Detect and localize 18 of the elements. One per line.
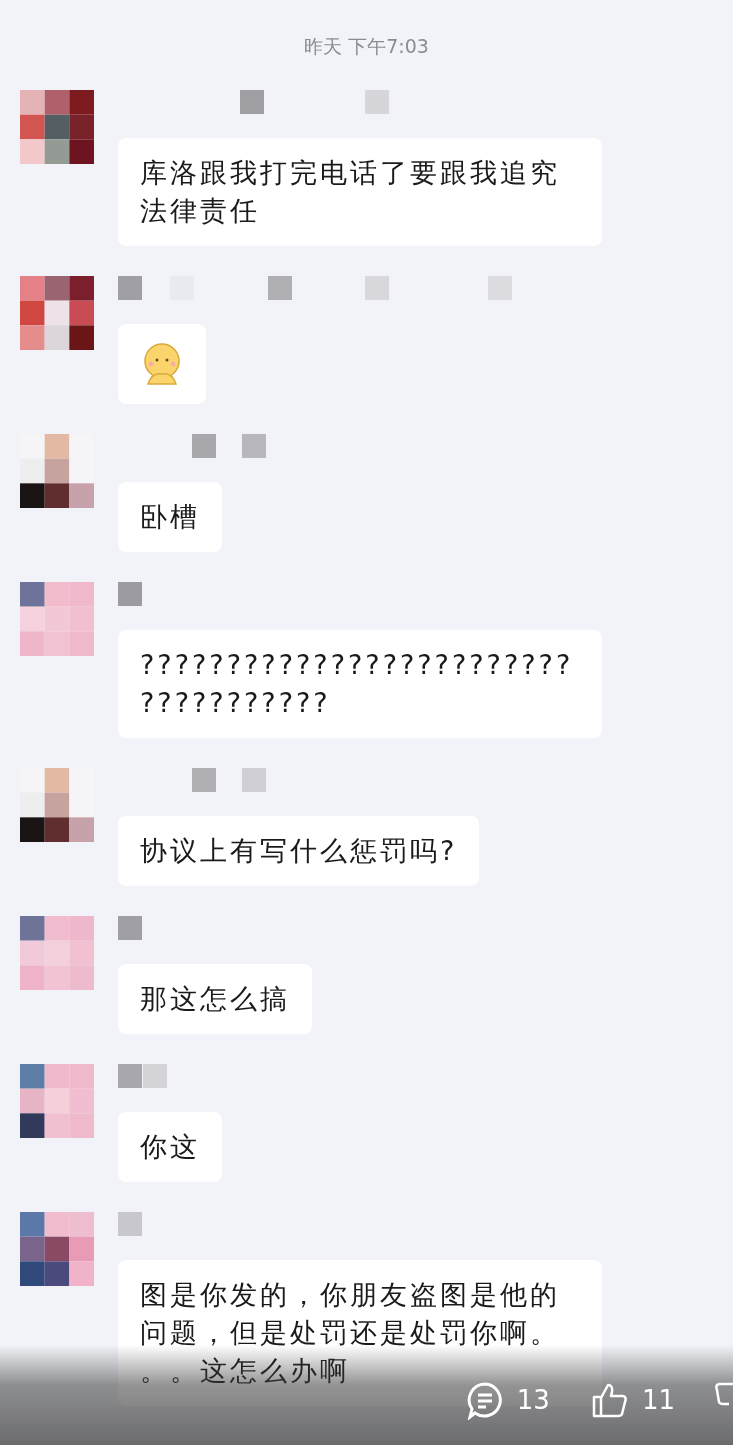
message-bubble: 协议上有写什么惩罚吗? xyxy=(118,816,480,886)
blurred-name xyxy=(118,1064,167,1088)
message-bubble: 你这 xyxy=(118,1112,222,1182)
avatar[interactable] xyxy=(20,90,94,164)
avatar[interactable] xyxy=(20,434,94,508)
like-button[interactable]: 11 xyxy=(589,1380,675,1420)
message-bubble: 那这怎么搞 xyxy=(118,964,312,1034)
blurred-name xyxy=(118,1212,142,1236)
message-bubble: 卧槽 xyxy=(118,482,222,552)
blurred-name xyxy=(118,916,142,940)
avatar[interactable] xyxy=(20,768,94,842)
comment-button[interactable]: 13 xyxy=(464,1380,550,1420)
blurred-name xyxy=(118,582,142,606)
avatar[interactable] xyxy=(20,276,94,350)
timestamp: 昨天 下午7:03 xyxy=(303,34,430,59)
avatar[interactable] xyxy=(20,1064,94,1138)
message-bubble: 库洛跟我打完电话了要跟我追究法律责任 xyxy=(118,138,602,246)
message-bubble: ???????????????????????????????????? xyxy=(118,630,602,738)
